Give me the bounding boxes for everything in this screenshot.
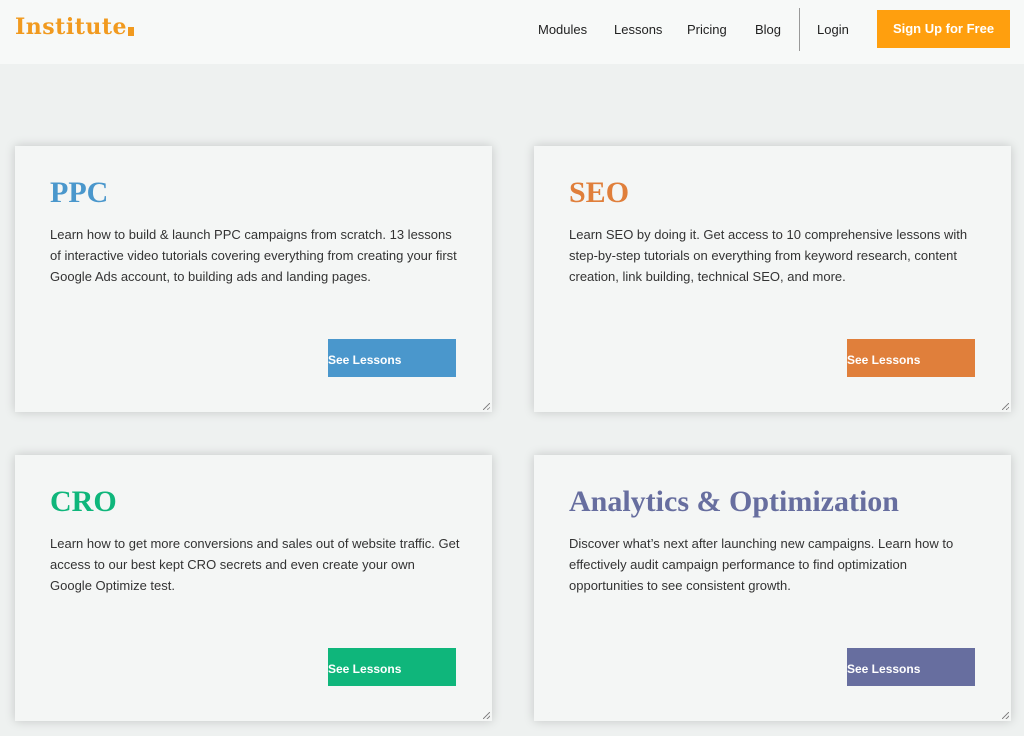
signup-button[interactable]: Sign Up for Free (877, 10, 1010, 48)
card-title: Analytics & Optimization (569, 485, 899, 518)
card-description: Discover what’s next after launching new… (569, 536, 954, 593)
see-lessons-button[interactable]: See Lessons (847, 339, 975, 377)
card-description: Learn SEO by doing it. Get access to 10 … (569, 227, 968, 284)
card-cro: CRO Learn how to get more conversions an… (15, 455, 492, 721)
resize-handle-icon[interactable] (1002, 403, 1009, 410)
see-lessons-button[interactable]: See Lessons (328, 339, 456, 377)
resize-handle-icon[interactable] (483, 403, 490, 410)
nav-modules[interactable]: Modules (538, 22, 587, 37)
card-title: CRO (50, 485, 117, 518)
resize-handle-icon[interactable] (1002, 712, 1009, 719)
card-description: Learn how to build & launch PPC campaign… (50, 227, 457, 284)
nav-blog[interactable]: Blog (755, 22, 781, 37)
site-header: Institute Modules Lessons Pricing Blog L… (0, 0, 1024, 64)
card-title: SEO (569, 176, 630, 209)
card-seo: SEO Learn SEO by doing it. Get access to… (534, 146, 1011, 412)
card-description: Learn how to get more conversions and sa… (50, 536, 460, 593)
resize-handle-icon[interactable] (483, 712, 490, 719)
see-lessons-button[interactable]: See Lessons (328, 648, 456, 686)
nav-pricing[interactable]: Pricing (687, 22, 727, 37)
card-title: PPC (50, 176, 109, 209)
nav-lessons[interactable]: Lessons (614, 22, 662, 37)
main-nav: Modules Lessons Pricing Blog Login Sign … (0, 0, 1024, 64)
card-ppc: PPC Learn how to build & launch PPC camp… (15, 146, 492, 412)
nav-divider (799, 8, 800, 51)
see-lessons-button[interactable]: See Lessons (847, 648, 975, 686)
login-link[interactable]: Login (817, 22, 849, 37)
card-analytics: Analytics & Optimization Discover what’s… (534, 455, 1011, 721)
